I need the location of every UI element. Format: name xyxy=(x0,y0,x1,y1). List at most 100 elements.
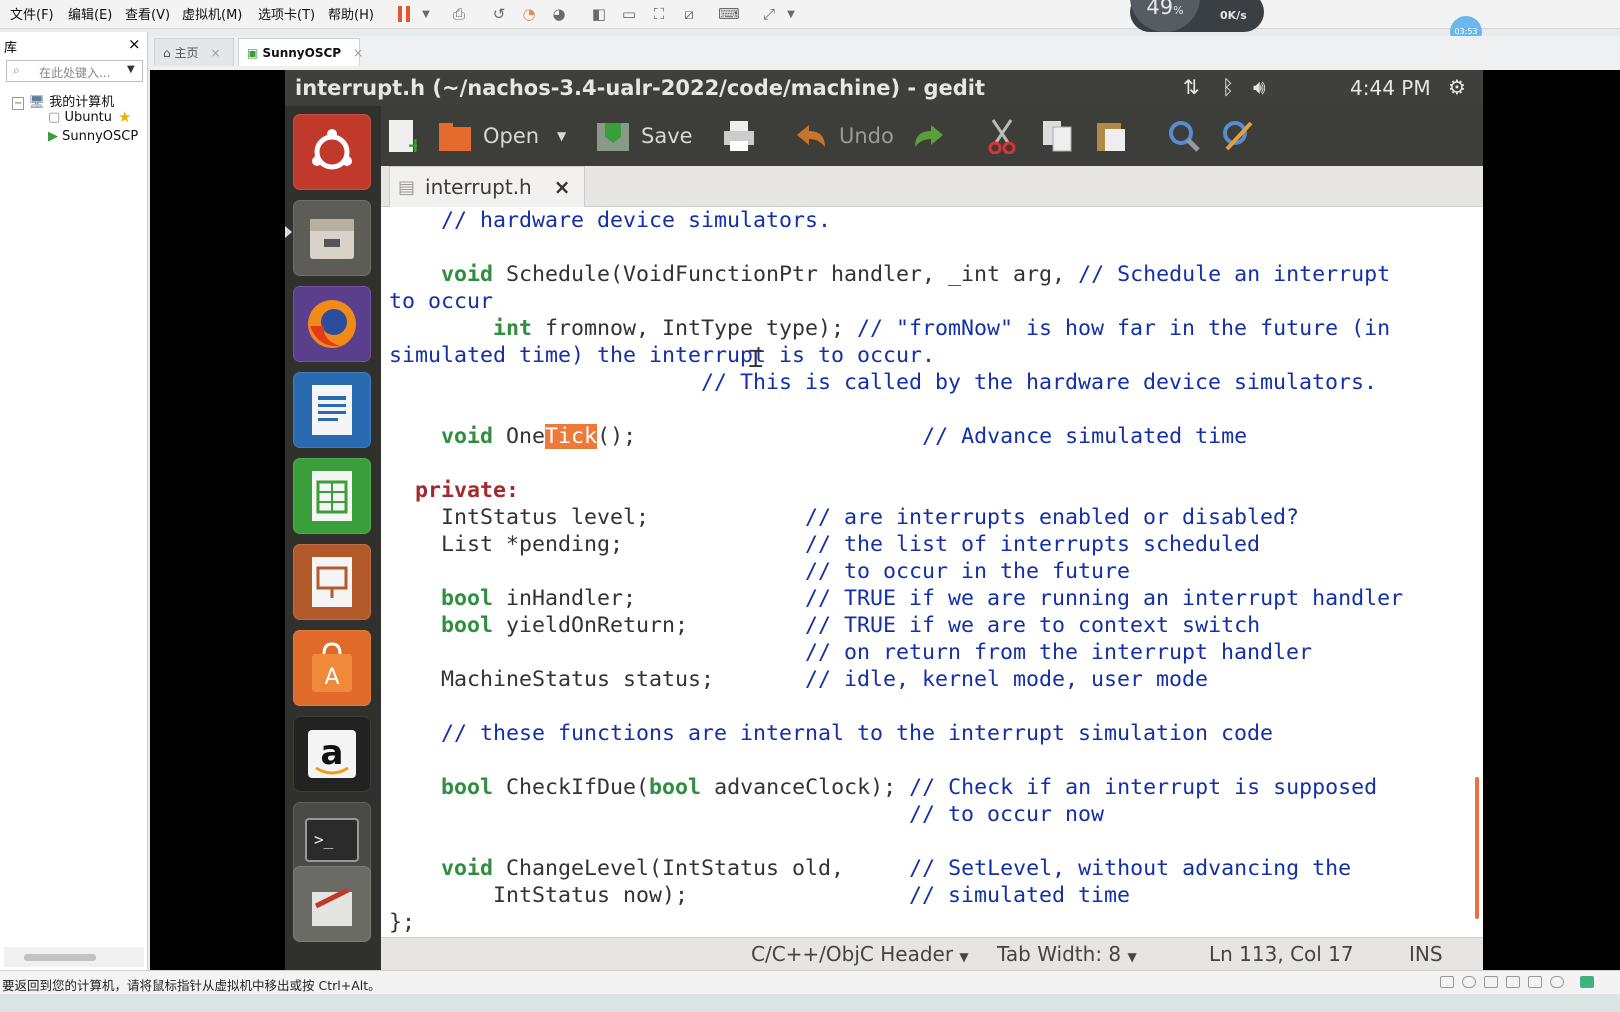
network-adapter-icon[interactable] xyxy=(1484,976,1498,988)
code-line: }; xyxy=(389,910,416,935)
library-search-input[interactable]: ⌕ 在此处键入... ▼ xyxy=(6,60,143,82)
impress-icon[interactable] xyxy=(293,544,371,620)
close-tab-icon[interactable]: × xyxy=(554,175,571,199)
vm-icon: ▣ xyxy=(247,45,259,60)
language-selector[interactable]: C/C++/ObjC Header ▼ xyxy=(751,942,969,966)
pause-icon[interactable] xyxy=(393,3,415,25)
tab-width-label: Tab Width: 8 xyxy=(997,942,1122,966)
ubuntu-top-panel: interrupt.h (~/nachos-3.4-ualr-2022/code… xyxy=(285,70,1483,106)
revert-snapshot-icon[interactable]: ◔ xyxy=(518,3,540,25)
svg-text:+: + xyxy=(407,133,417,154)
clock[interactable]: 4:44 PM xyxy=(1350,76,1431,100)
library-close-icon[interactable]: × xyxy=(128,35,141,53)
amazon-icon[interactable]: a xyxy=(293,716,371,792)
snapshot-icon[interactable]: ↺ xyxy=(488,3,510,25)
code-line: // these functions are internal to the i… xyxy=(441,721,1274,746)
stretch-icon[interactable]: ⤢ xyxy=(758,3,780,25)
svg-text:>_: >_ xyxy=(314,830,334,849)
fullscreen-icon[interactable]: ⛶ xyxy=(648,3,670,25)
save-label: Save xyxy=(641,124,693,148)
gedit-status-bar: C/C++/ObjC Header ▼ Tab Width: 8 ▼ Ln 11… xyxy=(381,937,1483,971)
save-button[interactable]: Save xyxy=(595,116,693,156)
volume-icon[interactable]: 🔊︎ xyxy=(1253,75,1266,99)
find-replace-button[interactable] xyxy=(1221,116,1255,156)
menu-edit[interactable]: 编辑(E) xyxy=(68,4,112,23)
svg-text:a: a xyxy=(321,733,344,773)
snapshot-manager-icon[interactable]: ◕ xyxy=(548,3,570,25)
net-speed: 0K/s xyxy=(1220,9,1247,22)
tab-sunnyoscp-label: SunnyOSCP xyxy=(262,45,342,60)
firefox-icon[interactable] xyxy=(293,286,371,362)
code-text: // hardware device simulators. void Sche… xyxy=(389,207,1403,936)
thumbnail-bar-icon[interactable]: ▭ xyxy=(618,3,640,25)
software-center-icon[interactable]: A xyxy=(293,630,371,706)
ubuntu-dash-icon[interactable] xyxy=(293,114,371,190)
console-icon[interactable]: ⌨ xyxy=(718,3,740,25)
cut-button[interactable] xyxy=(987,116,1017,156)
tab-width-selector[interactable]: Tab Width: 8 ▼ xyxy=(997,942,1137,966)
vm-icon: ▢ xyxy=(48,110,61,125)
library-scroll-thumb[interactable] xyxy=(24,954,96,961)
code-line: to occur xyxy=(389,289,494,314)
vmware-menubar: 文件(F) 编辑(E) 查看(V) 虚拟机(M) 选项卡(T) 帮助(H) ▼ … xyxy=(0,0,1620,48)
usb-icon[interactable] xyxy=(1550,976,1564,988)
menu-view[interactable]: 查看(V) xyxy=(125,4,170,23)
sidebar-toggle-icon[interactable]: ◧ xyxy=(588,3,610,25)
undo-button[interactable]: Undo xyxy=(795,116,894,156)
open-dropdown-icon[interactable]: ▼ xyxy=(557,116,566,156)
text-editor-icon[interactable] xyxy=(293,866,371,942)
tree-root-label: 我的计算机 xyxy=(49,95,115,110)
tab-sunnyoscp[interactable]: ▣ SunnyOSCP × xyxy=(238,38,363,66)
copy-button[interactable] xyxy=(1041,116,1073,156)
cpu-gauge: 49% xyxy=(1130,0,1200,32)
language-label: C/C++/ObjC Header xyxy=(751,942,954,966)
writer-icon[interactable] xyxy=(293,372,371,448)
network-icon[interactable]: ⇅ xyxy=(1183,75,1200,99)
open-button[interactable]: Open xyxy=(437,116,539,156)
editor-scroll-indicator[interactable] xyxy=(1475,777,1479,919)
tree-root[interactable]: − 🖥 我的计算机 xyxy=(12,91,114,110)
pause-dropdown-icon[interactable]: ▼ xyxy=(415,3,437,25)
close-tab-icon[interactable]: × xyxy=(353,46,363,60)
paste-button[interactable] xyxy=(1095,116,1127,156)
calc-icon[interactable] xyxy=(293,458,371,534)
search-icon xyxy=(1169,121,1200,152)
home-icon: ⌂ xyxy=(163,45,171,60)
bluetooth-icon[interactable]: ᛒ xyxy=(1222,75,1234,99)
send-keys-icon[interactable]: ⎙ xyxy=(448,3,470,25)
message-log-icon[interactable] xyxy=(1580,976,1594,988)
tab-home[interactable]: ⌂ 主页 × xyxy=(154,38,234,66)
code-line: // This is called by the hardware device… xyxy=(701,370,1378,395)
code-line: simulated time) the interrupt is to occu… xyxy=(389,343,936,368)
search-icon: ⌕ xyxy=(13,63,20,77)
find-button[interactable] xyxy=(1167,116,1201,156)
close-tab-icon[interactable]: × xyxy=(210,46,220,60)
open-label: Open xyxy=(483,124,540,148)
hdd-icon[interactable] xyxy=(1440,976,1454,988)
cd-icon[interactable] xyxy=(1462,976,1476,988)
menu-vm[interactable]: 虚拟机(M) xyxy=(182,4,242,23)
code-line: IntStatus level; // are interrupts enabl… xyxy=(389,505,1300,530)
tab-interrupt-h[interactable]: ▤ interrupt.h × xyxy=(389,166,585,207)
settings-gear-icon[interactable]: ⚙ xyxy=(1448,75,1466,99)
collapse-icon[interactable]: − xyxy=(12,97,25,110)
tree-item-sunnyoscp[interactable]: ▶ SunnyOSCP xyxy=(48,129,138,144)
printer-icon[interactable] xyxy=(1506,976,1520,988)
sound-icon[interactable] xyxy=(1528,976,1542,988)
menu-help[interactable]: 帮助(H) xyxy=(328,4,374,23)
menu-file[interactable]: 文件(F) xyxy=(10,4,54,23)
vm-tab-bar: ⌂ 主页 × ▣ SunnyOSCP × xyxy=(150,36,1620,70)
unity-icon[interactable]: ⧄ xyxy=(678,3,700,25)
code-editor[interactable]: // hardware device simulators. void Sche… xyxy=(381,207,1483,937)
menu-tabs[interactable]: 选项卡(T) xyxy=(258,4,315,23)
print-button[interactable] xyxy=(722,116,756,156)
code-line: private: xyxy=(415,478,520,503)
code-line: List *pending; // the list of interrupts… xyxy=(389,532,1261,557)
files-icon[interactable] xyxy=(293,200,371,276)
redo-button[interactable] xyxy=(911,116,945,156)
new-document-button[interactable]: + xyxy=(387,116,417,156)
stretch-dropdown-icon[interactable]: ▼ xyxy=(780,3,802,25)
search-dropdown-icon[interactable]: ▼ xyxy=(127,64,135,75)
